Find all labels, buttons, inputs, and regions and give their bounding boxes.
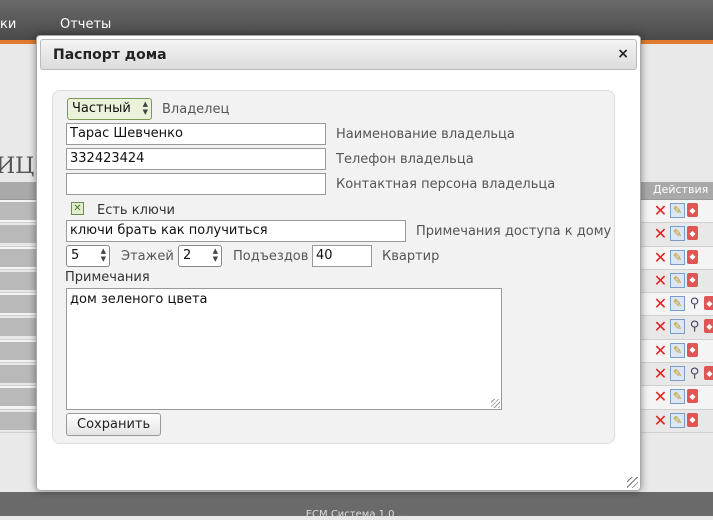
delete-x-icon[interactable]: ✕ — [653, 248, 668, 267]
owner-type-select[interactable]: Частный ▲ ▼ — [67, 98, 152, 120]
apartments-input[interactable]: 40 — [312, 245, 372, 267]
edit-icon[interactable]: ✎ — [670, 412, 685, 428]
edit-icon[interactable]: ✎ — [670, 249, 685, 265]
resize-grip-icon[interactable] — [491, 399, 500, 408]
remove-icon[interactable]: ◆ — [704, 319, 713, 334]
actions-column-header: Действия — [653, 183, 709, 196]
owner-name-label: Наименование владельца — [336, 127, 515, 142]
has-keys-checkbox[interactable]: ✕ — [71, 202, 84, 215]
entrances-spinner[interactable]: 2 ▲ ▼ — [178, 245, 222, 267]
delete-x-icon[interactable]: ✕ — [653, 341, 668, 360]
spinner-arrows-icon: ▲ ▼ — [100, 247, 106, 263]
row-actions: ✕ ✎ ⚲ ◆ — [653, 364, 713, 383]
entrances-label: Подъездов — [233, 249, 309, 264]
apartments-label: Квартир — [382, 249, 440, 264]
remove-icon[interactable]: ◆ — [687, 412, 698, 427]
delete-x-icon[interactable]: ✕ — [653, 201, 668, 220]
spinner-arrows-icon: ▲ ▼ — [142, 100, 148, 116]
owner-name-input[interactable]: Тарас Шевченко — [66, 123, 326, 145]
edit-icon[interactable]: ✎ — [670, 366, 685, 382]
row-actions: ✕ ✎ ◆ — [653, 201, 698, 220]
nav-item-reports[interactable]: Отчеты — [60, 17, 111, 32]
edit-icon[interactable]: ✎ — [670, 389, 685, 405]
save-button[interactable]: Сохранить — [66, 413, 162, 436]
row-actions: ✕ ✎ ◆ — [653, 224, 698, 243]
row-cell — [0, 202, 40, 220]
search-icon[interactable]: ⚲ — [687, 319, 702, 334]
remove-icon[interactable]: ◆ — [687, 203, 698, 217]
owner-contact-input[interactable] — [66, 173, 326, 195]
notes-text: дом зеленого цвета — [70, 292, 208, 307]
row-actions: ✕ ✎ ◆ — [653, 411, 698, 430]
edit-icon[interactable]: ✎ — [670, 272, 685, 288]
row-actions: ✕ ✎ ◆ — [653, 248, 698, 267]
remove-icon[interactable]: ◆ — [704, 366, 713, 381]
delete-x-icon[interactable]: ✕ — [653, 294, 668, 313]
floors-spinner[interactable]: 5 ▲ ▼ — [66, 245, 110, 267]
row-cell — [0, 248, 40, 267]
remove-icon[interactable]: ◆ — [704, 296, 713, 311]
remove-icon[interactable]: ◆ — [687, 272, 698, 287]
page-title: ИЦ — [0, 154, 35, 179]
row-cell — [0, 271, 40, 290]
edit-icon[interactable]: ✎ — [670, 319, 685, 335]
house-passport-dialog: Паспорт дома × Частный ▲ ▼ Владелец Тарас… — [36, 35, 641, 491]
nav-item-partial[interactable]: ки — [0, 17, 16, 32]
footer-text: ЕСМ Система 1.0 ... — [305, 509, 408, 520]
floors-value: 5 — [71, 248, 80, 263]
footer: ЕСМ Система 1.0 ... — [0, 492, 713, 520]
remove-icon[interactable]: ◆ — [687, 342, 698, 357]
row-cell — [0, 318, 40, 337]
delete-x-icon[interactable]: ✕ — [653, 224, 668, 243]
owner-type-value: Частный — [72, 101, 131, 116]
floors-label: Этажей — [121, 249, 174, 264]
row-actions: ✕ ✎ ◆ — [653, 387, 698, 406]
delete-x-icon[interactable]: ✕ — [653, 317, 668, 336]
row-actions: ✕ ✎ ⚲ ◆ — [653, 294, 713, 313]
entrances-value: 2 — [183, 248, 192, 263]
remove-icon[interactable]: ◆ — [687, 389, 698, 404]
owner-phone-label: Телефон владельца — [336, 152, 474, 167]
delete-x-icon[interactable]: ✕ — [653, 271, 668, 290]
close-icon[interactable]: × — [617, 46, 629, 62]
owner-contact-label: Контактная персона владельца — [336, 177, 556, 192]
delete-x-icon[interactable]: ✕ — [653, 387, 668, 406]
row-actions: ✕ ✎ ◆ — [653, 341, 698, 360]
access-notes-input[interactable]: ключи брать как получиться — [66, 220, 406, 242]
remove-icon[interactable]: ◆ — [687, 249, 698, 264]
edit-icon[interactable]: ✎ — [670, 296, 685, 312]
form-panel: Частный ▲ ▼ Владелец Тарас Шевченко Наиме… — [52, 90, 615, 444]
notes-label: Примечания — [65, 270, 150, 285]
owner-type-label: Владелец — [162, 102, 230, 117]
edit-icon[interactable]: ✎ — [670, 203, 685, 218]
row-actions: ✕ ✎ ◆ — [653, 271, 698, 290]
access-notes-label: Примечания доступа к дому — [416, 224, 612, 239]
remove-icon[interactable]: ◆ — [687, 226, 698, 241]
row-cell — [0, 295, 40, 314]
owner-phone-input[interactable]: 332423424 — [66, 148, 326, 170]
edit-icon[interactable]: ✎ — [670, 342, 685, 358]
dialog-title: Паспорт дома — [53, 47, 167, 63]
row-cell — [0, 411, 40, 430]
search-icon[interactable]: ⚲ — [687, 366, 702, 381]
row-cell — [0, 365, 40, 384]
spinner-arrows-icon: ▲ ▼ — [212, 247, 218, 263]
notes-textarea[interactable]: дом зеленого цвета — [66, 288, 502, 410]
dialog-resize-grip-icon[interactable] — [627, 477, 638, 488]
delete-x-icon[interactable]: ✕ — [653, 364, 668, 383]
edit-icon[interactable]: ✎ — [670, 226, 685, 242]
row-cell — [0, 388, 40, 407]
delete-x-icon[interactable]: ✕ — [653, 411, 668, 430]
row-cell — [0, 225, 40, 244]
has-keys-label: Есть ключи — [97, 203, 175, 218]
dialog-titlebar[interactable]: Паспорт дома × — [40, 39, 637, 70]
row-cell — [0, 341, 40, 360]
row-actions: ✕ ✎ ⚲ ◆ — [653, 317, 713, 336]
search-icon[interactable]: ⚲ — [687, 296, 702, 311]
